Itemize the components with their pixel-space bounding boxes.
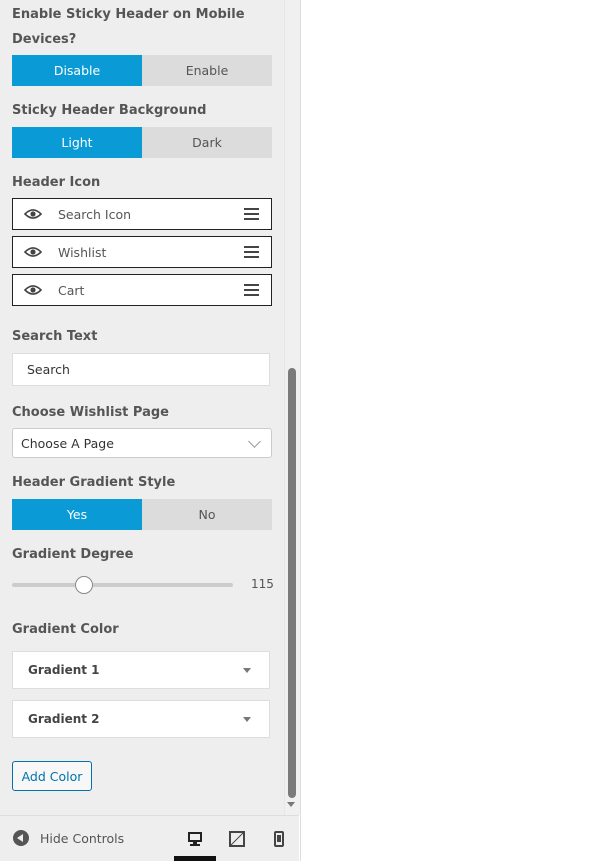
sticky-bg-label: Sticky Header Background [12, 103, 207, 118]
wishlist-page-label: Choose Wishlist Page [12, 405, 169, 420]
gradient-degree-label: Gradient Degree [12, 547, 134, 562]
gradient-1-item[interactable]: Gradient 1 [12, 651, 270, 689]
disable-option[interactable]: Disable [12, 55, 142, 86]
eye-icon[interactable] [24, 284, 46, 296]
sticky-mobile-label: Enable Sticky Header on Mobile [12, 7, 245, 22]
gradient-2-item[interactable]: Gradient 2 [12, 700, 270, 738]
header-icon-item-wishlist[interactable]: Wishlist [12, 236, 272, 268]
wishlist-page-selected: Choose A Page [21, 435, 114, 451]
caret-down-icon[interactable] [243, 716, 251, 722]
enable-option[interactable]: Enable [142, 55, 272, 86]
wishlist-page-select[interactable]: Choose A Page [12, 428, 272, 458]
desktop-icon[interactable] [186, 830, 204, 848]
tablet-icon[interactable] [228, 830, 246, 848]
customizer-panel: Enable Sticky Header on Mobile Devices? … [0, 0, 284, 815]
eye-icon[interactable] [24, 208, 46, 220]
header-icon-item-label: Search Icon [58, 206, 132, 222]
eye-icon[interactable] [24, 246, 46, 258]
chevron-down-icon [248, 435, 261, 448]
add-color-button[interactable]: Add Color [12, 761, 92, 791]
slider-handle[interactable] [74, 576, 93, 594]
gradient-style-toggle: Yes No [12, 499, 272, 530]
sticky-bg-toggle: Light Dark [12, 127, 272, 158]
yes-option[interactable]: Yes [12, 499, 142, 530]
dark-option[interactable]: Dark [142, 127, 272, 158]
gradient-item-label: Gradient 2 [28, 712, 100, 726]
active-device-indicator [174, 856, 216, 861]
gradient-color-label: Gradient Color [12, 622, 119, 637]
drag-handle-icon[interactable] [244, 246, 259, 258]
gradient-style-label: Header Gradient Style [12, 475, 176, 490]
scrollbar-thumb[interactable] [288, 368, 296, 798]
header-icon-label: Header Icon [12, 175, 101, 190]
customizer-footer: Hide Controls [0, 815, 299, 861]
search-text-label: Search Text [12, 329, 98, 344]
gradient-degree-slider[interactable] [12, 583, 233, 587]
caret-down-icon[interactable] [243, 667, 251, 673]
header-icon-item-label: Cart [58, 282, 85, 298]
no-option[interactable]: No [142, 499, 272, 530]
header-icon-item-cart[interactable]: Cart [12, 274, 272, 306]
search-text-input[interactable]: Search [12, 353, 270, 386]
scroll-down-arrow-icon[interactable] [287, 802, 295, 807]
header-icon-item-search[interactable]: Search Icon [12, 198, 272, 230]
hide-controls-label: Hide Controls [40, 830, 125, 846]
header-icon-item-label: Wishlist [58, 244, 107, 260]
collapse-arrow-icon [13, 830, 29, 846]
gradient-degree-value: 115 [251, 577, 274, 591]
gradient-item-label: Gradient 1 [28, 663, 100, 677]
sticky-mobile-toggle: Disable Enable [12, 55, 272, 86]
hide-controls-button[interactable]: Hide Controls [13, 830, 124, 846]
drag-handle-icon[interactable] [244, 208, 259, 220]
light-option[interactable]: Light [12, 127, 142, 158]
sticky-mobile-label-line2: Devices? [12, 32, 77, 47]
preview-area [300, 0, 589, 861]
drag-handle-icon[interactable] [244, 284, 259, 296]
mobile-icon[interactable] [270, 830, 288, 848]
